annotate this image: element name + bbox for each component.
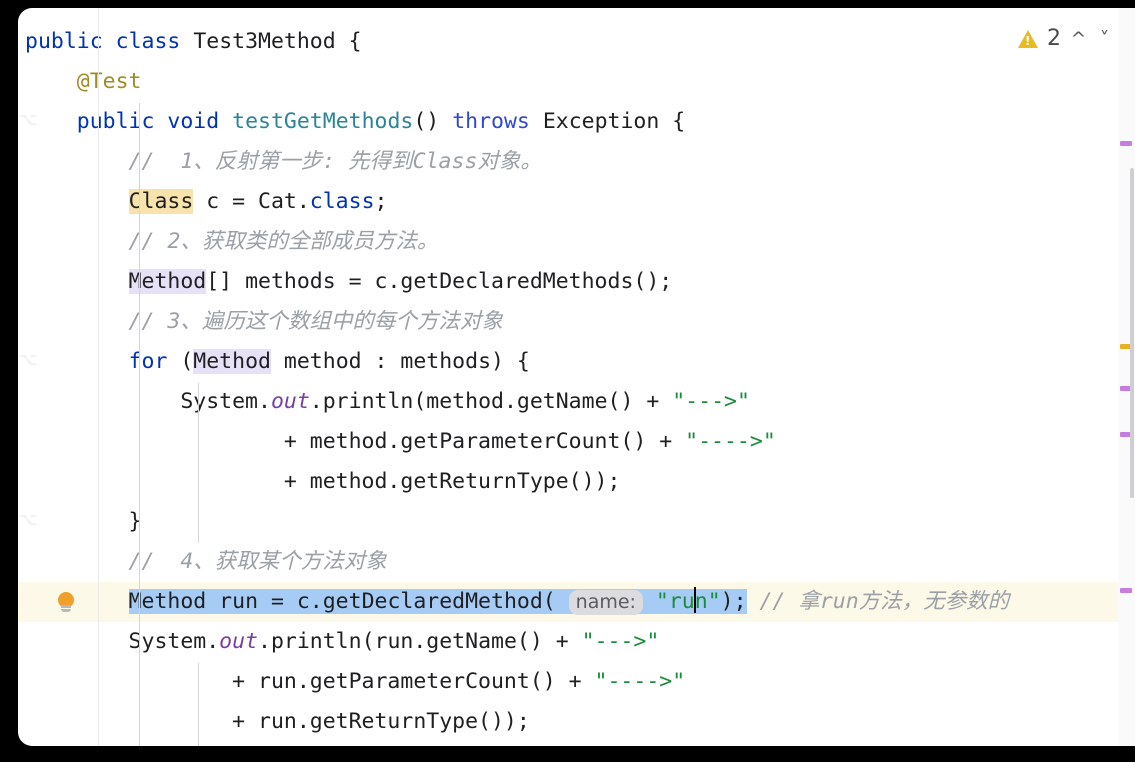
token-annotation: @Test: [76, 69, 142, 94]
token-type-highlighted: Method: [193, 349, 271, 374]
token-static-field: out: [219, 629, 259, 654]
line-code: Method[] methods = c.getDeclaredMethods(…: [128, 269, 673, 294]
token-keyword: public: [76, 109, 155, 134]
code-area[interactable]: ⌥ ⌥ ⌥ public class Test3Method { @Test p…: [18, 8, 1135, 746]
indent-guide-2: [198, 383, 199, 543]
code-line[interactable]: + method.getReturnType());: [18, 462, 1135, 502]
code-line[interactable]: System.out.println(run.getName() + "--->…: [18, 622, 1135, 662]
token-method-name: testGetMethods: [232, 109, 414, 134]
token-keyword: void: [167, 109, 220, 134]
code-line[interactable]: Class c = Cat.class;: [18, 182, 1135, 222]
fold-arrow-icon[interactable]: ⌥: [18, 511, 38, 529]
line-code: System.out.println(run.getName() + "--->…: [25, 629, 660, 654]
chevron-down-icon[interactable]: ˅: [1096, 28, 1113, 50]
line-code: Class c = Cat.class;: [128, 189, 388, 214]
marker-purple[interactable]: [1120, 588, 1132, 593]
line-code: }: [25, 509, 142, 534]
token-string: "---->": [685, 429, 776, 454]
indent-guide-3: [198, 663, 199, 746]
code-line[interactable]: + run.getReturnType());: [18, 702, 1135, 742]
line-code: System.out.println(method.getName() + "-…: [25, 389, 750, 414]
token-keyword: class: [115, 29, 181, 54]
code-line[interactable]: System.out.println(method.getName() + "-…: [18, 382, 1135, 422]
code-line[interactable]: for (Method method : methods) {: [18, 342, 1135, 382]
code-editor-panel: ⌥ ⌥ ⌥ public class Test3Method { @Test p…: [18, 8, 1135, 746]
code-line[interactable]: Method[] methods = c.getDeclaredMethods(…: [18, 262, 1135, 302]
line-comment: // 3、遍历这个数组中的每个方法对象: [25, 309, 503, 334]
fold-arrow-icon[interactable]: ⌥: [18, 111, 38, 129]
indent-guide-1: [139, 103, 140, 746]
code-line-current[interactable]: Method run = c.getDeclaredMethod( name: …: [18, 582, 1135, 622]
token-string: "--->": [581, 629, 660, 654]
line-code: public void testGetMethods() throws Exce…: [76, 109, 686, 134]
code-line[interactable]: }: [18, 502, 1135, 542]
token-type: Exception: [542, 109, 660, 134]
warning-triangle-icon: [1018, 29, 1038, 48]
vertical-scrollbar-thumb[interactable]: [1130, 168, 1134, 498]
token-keyword: public: [25, 29, 103, 54]
code-line[interactable]: @Test: [18, 62, 1135, 102]
token-keyword: class: [309, 189, 375, 214]
line-code: Method run = c.getDeclaredMethod( name: …: [25, 582, 1009, 622]
token-type: Test3Method: [193, 29, 336, 54]
selected-text: Method run = c.getDeclaredMethod( name: …: [128, 587, 747, 615]
token-keyword: for: [128, 349, 168, 374]
line-comment: // 4、获取某个方法对象: [25, 549, 387, 574]
screen: ⌥ ⌥ ⌥ public class Test3Method { @Test p…: [0, 0, 1135, 762]
line-code: + method.getParameterCount() + "---->": [25, 429, 776, 454]
token-type: Method: [128, 589, 207, 614]
inspection-widget[interactable]: 2 ^ ˅: [1018, 26, 1113, 51]
marker-gutter[interactable]: [1118, 8, 1135, 746]
code-line[interactable]: // 4、获取某个方法对象: [18, 542, 1135, 582]
token-string: n": [694, 589, 721, 614]
token-keyword: throws: [452, 109, 530, 134]
line-code: + run.getReturnType());: [25, 709, 530, 734]
code-line[interactable]: + method.getParameterCount() + "---->": [18, 422, 1135, 462]
token-comment: // 拿run方法，无参数的: [746, 589, 1010, 614]
code-line[interactable]: // 2、获取类的全部成员方法。: [18, 222, 1135, 262]
line-code: + run.getParameterCount() + "---->": [25, 669, 686, 694]
token-string: "--->": [672, 389, 750, 414]
line-code: @Test: [25, 62, 142, 102]
gutter-separator: [98, 8, 99, 746]
code-line[interactable]: public class Test3Method {: [18, 22, 1135, 62]
code-line[interactable]: // 3、遍历这个数组中的每个方法对象: [18, 302, 1135, 342]
token-string: "---->": [594, 669, 686, 694]
code-line[interactable]: + run.getParameterCount() + "---->": [18, 662, 1135, 702]
code-line[interactable]: // 1、反射第一步: 先得到Class对象。: [18, 142, 1135, 182]
fold-arrow-icon[interactable]: ⌥: [18, 351, 38, 369]
marker-purple[interactable]: [1120, 141, 1132, 146]
chevron-up-icon[interactable]: ^: [1070, 28, 1087, 50]
warning-count: 2: [1047, 26, 1061, 51]
token-type-highlighted: Method: [128, 269, 207, 294]
parameter-hint-badge: name:: [568, 590, 643, 615]
line-comment: // 1、反射第一步: 先得到Class对象。: [25, 149, 542, 174]
line-code: + method.getReturnType());: [25, 469, 621, 494]
line-code: for (Method method : methods) {: [128, 349, 530, 374]
token-static-field: out: [270, 389, 310, 414]
token-string: "ru: [655, 589, 695, 614]
line-code: public class Test3Method {: [25, 29, 362, 54]
code-line[interactable]: public void testGetMethods() throws Exce…: [18, 102, 1135, 142]
line-comment: // 2、获取类的全部成员方法。: [25, 229, 439, 254]
